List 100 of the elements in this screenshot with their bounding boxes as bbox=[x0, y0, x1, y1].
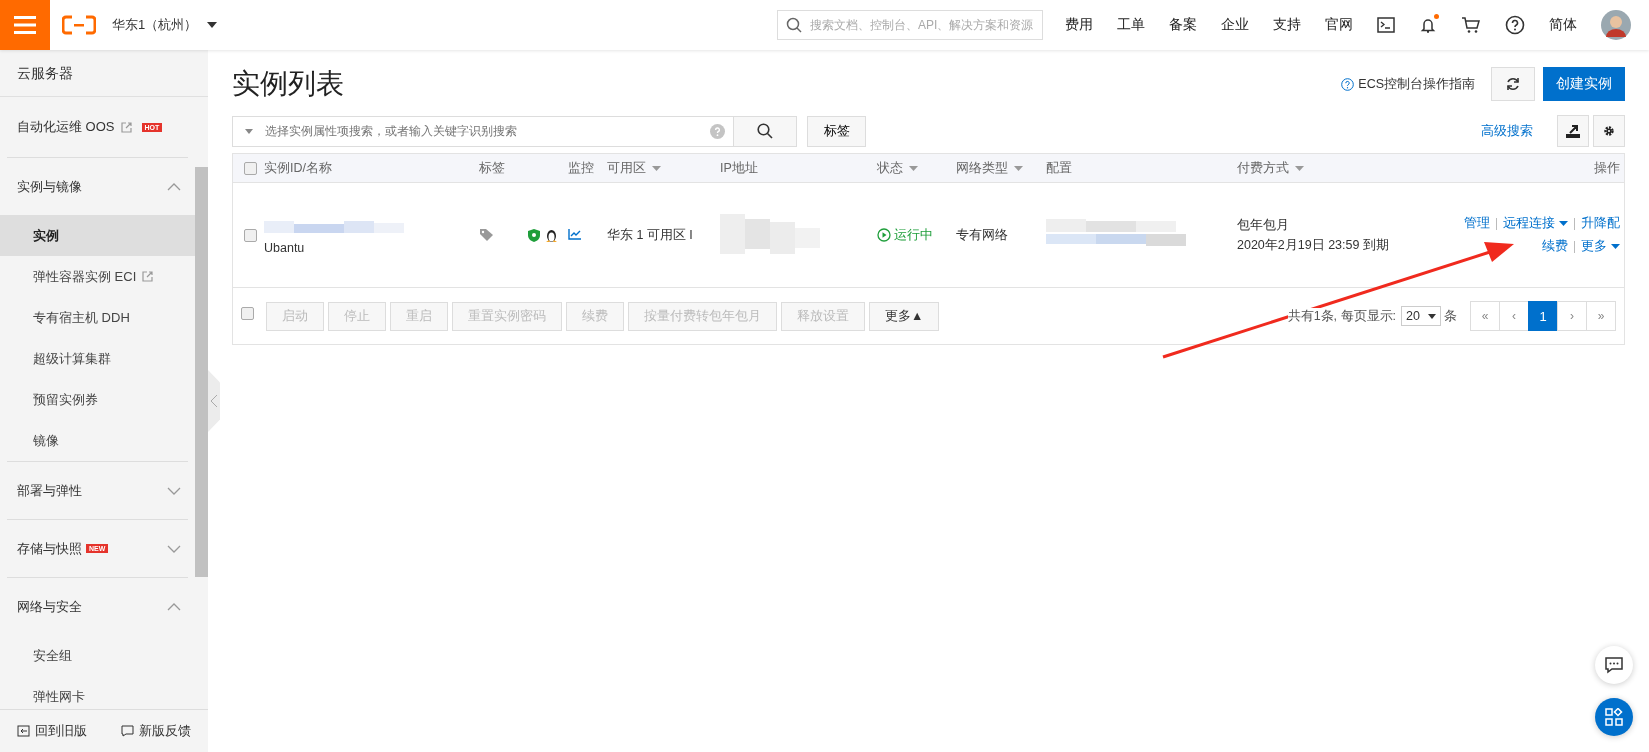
column-header[interactable]: 可用区 bbox=[607, 159, 720, 177]
caret-icon[interactable] bbox=[245, 128, 253, 134]
sidebar-title: 云服务器 bbox=[0, 50, 208, 97]
nav-link[interactable]: 支持 bbox=[1261, 16, 1313, 34]
sidebar-group[interactable]: 实例与镜像 bbox=[0, 158, 195, 215]
page-size-unit: 条 bbox=[1444, 307, 1457, 325]
action-link[interactable]: 更多 bbox=[1581, 238, 1620, 255]
advanced-search-link[interactable]: 高级搜索 bbox=[1481, 122, 1533, 140]
sidebar-item[interactable]: 镜像 bbox=[0, 420, 195, 461]
export-icon bbox=[1566, 124, 1580, 138]
column-header: 监控 bbox=[568, 159, 595, 177]
search-icon bbox=[786, 17, 802, 33]
feedback-link[interactable]: 新版反馈 bbox=[121, 722, 191, 740]
sidebar-item[interactable]: 超级计算集群 bbox=[0, 338, 195, 379]
terminal-icon[interactable] bbox=[1377, 17, 1395, 33]
menu-icon bbox=[14, 16, 36, 34]
zone-cell-text: 华东 1 可用区 I bbox=[607, 226, 694, 244]
chat-button[interactable] bbox=[1595, 646, 1633, 684]
column-header[interactable]: 付费方式 bbox=[1237, 159, 1451, 177]
action-link[interactable]: 管理 bbox=[1464, 215, 1490, 232]
network-cell-text: 专有网络 bbox=[956, 226, 1009, 244]
bell-icon[interactable] bbox=[1419, 16, 1437, 34]
column-header[interactable]: 状态 bbox=[877, 159, 956, 177]
apps-icon bbox=[1605, 708, 1623, 726]
search-icon bbox=[757, 123, 773, 139]
chevron-icon bbox=[210, 394, 218, 408]
sort-icon[interactable] bbox=[1014, 165, 1023, 171]
column-header: IP地址 bbox=[720, 159, 759, 177]
column-header: 操作 bbox=[1593, 159, 1621, 177]
help-icon[interactable] bbox=[1505, 15, 1525, 35]
avatar-icon[interactable] bbox=[1601, 10, 1631, 40]
caret-icon bbox=[207, 22, 218, 28]
create-button[interactable]: 创建实例 bbox=[1543, 67, 1625, 101]
page-button[interactable]: ‹ bbox=[1499, 301, 1529, 331]
instance-name: Ubantu bbox=[264, 241, 306, 255]
status-cell: 运行中 bbox=[877, 226, 956, 244]
sidebar-group[interactable]: 部署与弹性 bbox=[0, 462, 195, 519]
nav-link[interactable]: 费用 bbox=[1053, 16, 1105, 34]
page-size-select[interactable]: 20 bbox=[1401, 306, 1441, 326]
page-button[interactable]: « bbox=[1470, 301, 1500, 331]
column-header: 标签 bbox=[479, 159, 506, 177]
export-button[interactable] bbox=[1557, 115, 1589, 147]
tag-button[interactable]: 标签 bbox=[807, 115, 866, 147]
logo-icon[interactable] bbox=[62, 15, 96, 35]
refresh-icon bbox=[1506, 77, 1520, 91]
menu-button[interactable] bbox=[0, 0, 50, 50]
sidebar-item[interactable]: 实例 bbox=[0, 215, 195, 256]
apps-button[interactable] bbox=[1595, 698, 1633, 736]
billing-type: 包年包月 bbox=[1237, 216, 1290, 234]
sidebar-item[interactable]: 弹性网卡 bbox=[0, 676, 195, 709]
action-link[interactable]: 远程连接 bbox=[1503, 215, 1568, 232]
sidebar-item[interactable]: 专有宿主机 DDH bbox=[0, 297, 195, 338]
page-button[interactable]: 1 bbox=[1528, 301, 1558, 331]
tag-icon[interactable] bbox=[479, 228, 495, 242]
chart-icon[interactable] bbox=[568, 227, 582, 240]
search-bar[interactable]: 选择实例属性项搜索，或者输入关键字识别搜索 bbox=[232, 115, 734, 147]
search-bar[interactable]: 搜索文档、控制台、API、解决方案和资源 bbox=[777, 10, 1043, 40]
nav-link[interactable]: 官网 bbox=[1313, 16, 1365, 34]
sidebar-item[interactable]: 安全组 bbox=[0, 635, 195, 676]
search-field[interactable]: 搜索文档、控制台、API、解决方案和资源 bbox=[810, 18, 1034, 32]
comment-icon bbox=[121, 725, 134, 737]
pagination-summary: 共有1条, 每页显示: bbox=[1287, 307, 1396, 325]
checkbox[interactable] bbox=[244, 228, 257, 242]
settings-button[interactable] bbox=[1593, 115, 1625, 147]
action-link[interactable]: 升降配 bbox=[1581, 215, 1620, 232]
guide-link[interactable]: ECS控制台操作指南 bbox=[1341, 75, 1475, 93]
bulk-action-button[interactable]: 更多▲ bbox=[869, 301, 940, 331]
cart-icon[interactable] bbox=[1461, 16, 1481, 34]
sidebar-item[interactable]: 弹性容器实例 ECI bbox=[0, 256, 195, 297]
back-icon bbox=[17, 725, 30, 737]
page-button[interactable]: » bbox=[1586, 301, 1616, 331]
penguin-icon bbox=[545, 227, 558, 243]
shield-icon bbox=[528, 228, 540, 242]
nav-link[interactable]: 企业 bbox=[1209, 16, 1261, 34]
checkbox[interactable] bbox=[241, 306, 254, 320]
action-link[interactable]: 续费 bbox=[1542, 238, 1568, 255]
language-link[interactable]: 简体 bbox=[1537, 16, 1589, 34]
region-selector[interactable]: 华东1（杭州） bbox=[112, 16, 218, 34]
help-icon bbox=[1341, 77, 1355, 91]
nav-link[interactable]: 备案 bbox=[1157, 16, 1209, 34]
caret-icon bbox=[1428, 313, 1436, 319]
settings-icon bbox=[1603, 125, 1615, 137]
column-header: 配置 bbox=[1046, 159, 1073, 177]
running-icon bbox=[877, 228, 891, 242]
expiry-date: 2020年2月19日 23:59 到期 bbox=[1237, 236, 1390, 254]
nav-link[interactable]: 工单 bbox=[1105, 16, 1157, 34]
column-header[interactable]: 网络类型 bbox=[956, 159, 1046, 177]
sort-icon[interactable] bbox=[909, 165, 918, 171]
sidebar-item[interactable]: 预留实例券 bbox=[0, 379, 195, 420]
page-title: 实例列表 bbox=[232, 67, 344, 101]
column-header: 实例ID/名称 bbox=[264, 159, 333, 177]
old-version-link[interactable]: 回到旧版 bbox=[17, 722, 87, 740]
page-button[interactable]: › bbox=[1557, 301, 1587, 331]
sidebar-group[interactable]: 网络与安全 bbox=[0, 578, 195, 635]
sort-icon[interactable] bbox=[1295, 165, 1304, 171]
search-button[interactable] bbox=[734, 115, 797, 147]
refresh-button[interactable] bbox=[1491, 67, 1535, 101]
checkbox[interactable] bbox=[244, 161, 257, 175]
sort-icon[interactable] bbox=[652, 165, 661, 171]
scrollbar[interactable] bbox=[195, 167, 208, 577]
